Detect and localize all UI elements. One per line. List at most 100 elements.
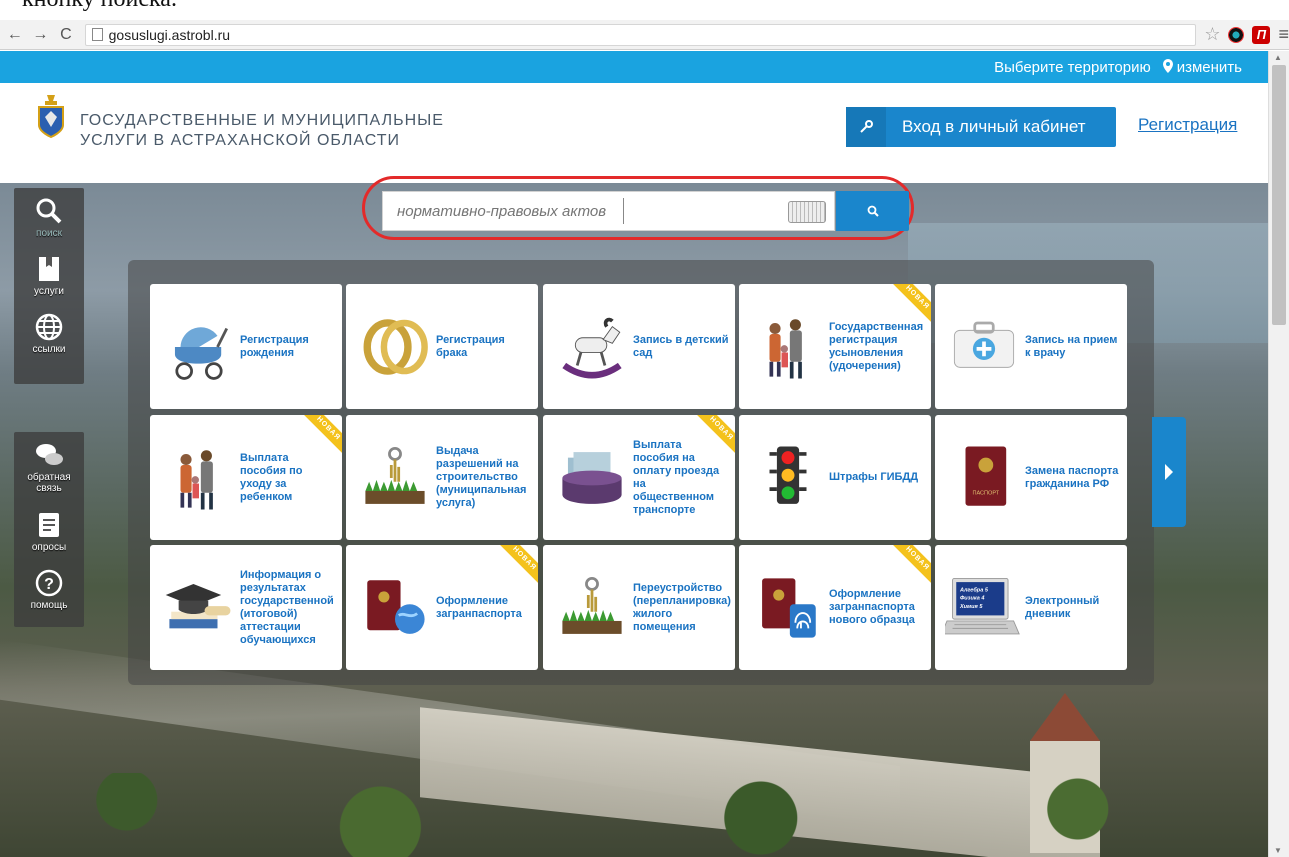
laptop-line-2: Физика 4 bbox=[960, 595, 985, 601]
new-badge: НОВАЯ bbox=[890, 284, 931, 325]
sidebar-item-help[interactable]: ? помощь bbox=[14, 560, 84, 618]
stroller-icon bbox=[158, 306, 240, 388]
search-button[interactable] bbox=[836, 191, 909, 231]
change-territory-link[interactable]: изменить bbox=[1177, 59, 1242, 76]
login-label: Вход в личный кабинет bbox=[902, 117, 1086, 136]
sidebar-label: поиск bbox=[36, 228, 62, 239]
logo-line-1: ГОСУДАРСТВЕННЫЕ И МУНИЦИПАЛЬНЫЕ bbox=[80, 112, 444, 129]
sidebar-item-links[interactable]: ссылки bbox=[14, 304, 84, 362]
key-icon bbox=[846, 107, 886, 147]
service-tile[interactable]: ПАСПОРТ Замена паспорта гражданина РФ bbox=[935, 415, 1127, 540]
graduation-icon bbox=[158, 567, 240, 649]
service-tile[interactable]: Выплата пособия на оплату проезда на общ… bbox=[543, 415, 735, 540]
service-tile[interactable]: Регистрация брака bbox=[346, 284, 538, 409]
service-tile[interactable]: Государственная регистрация усыновления … bbox=[739, 284, 931, 409]
sidebar-item-search[interactable]: поиск bbox=[14, 188, 84, 246]
sidebar-label: опросы bbox=[31, 542, 67, 553]
browser-menu-icon[interactable]: ≡ bbox=[1278, 24, 1289, 45]
passport-globe-icon bbox=[354, 567, 436, 649]
document-fragment-text: кнопку поиска. bbox=[22, 0, 177, 13]
text-caret bbox=[623, 198, 624, 224]
login-button[interactable]: Вход в личный кабинет bbox=[846, 107, 1116, 147]
laptop-line-3: Химия 5 bbox=[959, 604, 983, 610]
document-icon bbox=[39, 513, 59, 537]
rings-icon bbox=[354, 306, 436, 388]
new-badge: НОВАЯ bbox=[890, 545, 931, 586]
service-tile-label: Информация о результатах государственной… bbox=[240, 568, 334, 646]
reload-button[interactable]: C bbox=[55, 24, 77, 46]
address-bar[interactable]: gosuslugi.astrobl.ru bbox=[84, 23, 1197, 46]
chat-icon bbox=[36, 444, 63, 465]
service-tile[interactable]: Штрафы ГИБДД bbox=[739, 415, 931, 540]
scrollbar[interactable]: ▲ ▼ bbox=[1268, 51, 1289, 857]
service-tile[interactable]: Запись в детский сад bbox=[543, 284, 735, 409]
service-tile[interactable]: Информация о результатах государственной… bbox=[150, 545, 342, 670]
extension-p-icon[interactable]: П bbox=[1252, 25, 1271, 44]
url-text: gosuslugi.astrobl.ru bbox=[108, 26, 231, 43]
service-tile-label: Выплата пособия на оплату проезда на общ… bbox=[633, 438, 720, 516]
scroll-down-arrow[interactable]: ▼ bbox=[1274, 846, 1282, 855]
scrollbar-thumb[interactable] bbox=[1272, 65, 1286, 325]
family-icon bbox=[158, 437, 240, 519]
service-tile[interactable]: Выплата пособия по уходу за ребенком НОВА… bbox=[150, 415, 342, 540]
service-tile[interactable]: Оформление загранпаспорта нового образца… bbox=[739, 545, 931, 670]
new-badge: НОВАЯ bbox=[497, 545, 538, 586]
register-link[interactable]: Регистрация bbox=[1138, 115, 1237, 135]
location-pin-icon bbox=[1162, 58, 1173, 76]
laptop-icon: Алгебра 5 Физика 4 Химия 5 bbox=[943, 567, 1025, 649]
service-tile-label: Государственная регистрация усыновления … bbox=[829, 320, 924, 372]
site-header: ГОСУДАРСТВЕННЫЕ И МУНИЦИПАЛЬНЫЕ УСЛУГИ В… bbox=[0, 83, 1268, 183]
passport-fingerprint-icon bbox=[747, 567, 829, 649]
laptop-line-1: Алгебра 5 bbox=[959, 586, 989, 593]
service-tile-label: Регистрация рождения bbox=[240, 333, 309, 359]
territory-label: Выберите территорию bbox=[994, 58, 1151, 76]
virtual-keyboard-icon[interactable] bbox=[788, 201, 826, 223]
sidebar-label: помощь bbox=[30, 600, 68, 611]
sidebar-label: обратная связь bbox=[27, 472, 71, 494]
service-tile-label: Выдача разрешений на строительство (муни… bbox=[436, 445, 527, 509]
service-tile-label: Оформление загранпаспорта нового образца bbox=[829, 588, 915, 626]
service-tile-label: Электронный дневник bbox=[1025, 594, 1100, 620]
back-button[interactable]: ← bbox=[4, 24, 26, 46]
forward-button[interactable]: → bbox=[30, 24, 52, 46]
service-tile[interactable]: Оформление загранпаспорта НОВАЯ bbox=[346, 545, 538, 670]
service-tile[interactable]: Регистрация рождения bbox=[150, 284, 342, 409]
passport-icon: ПАСПОРТ bbox=[943, 437, 1025, 519]
service-tile-label: Переустройство (перепланировка) жилого п… bbox=[633, 581, 731, 633]
sidebar-item-services[interactable]: услуги bbox=[14, 246, 84, 304]
service-tile-label: Запись на прием к врачу bbox=[1025, 333, 1118, 359]
territory-bar: Выберите территорию изменить bbox=[0, 51, 1268, 83]
search-icon bbox=[867, 205, 879, 217]
help-icon: ? bbox=[35, 569, 63, 597]
page-icon bbox=[91, 28, 103, 41]
globe-icon bbox=[35, 313, 63, 341]
bookmark-star-icon[interactable]: ☆ bbox=[1204, 24, 1220, 45]
site-logo-text[interactable]: ГОСУДАРСТВЕННЫЕ И МУНИЦИПАЛЬНЫЕ УСЛУГИ В… bbox=[80, 111, 444, 151]
keys-grass-icon bbox=[551, 567, 633, 649]
passport-text: ПАСПОРТ bbox=[972, 490, 999, 496]
sidebar-item-feedback[interactable]: обратная связь bbox=[14, 432, 84, 502]
browser-toolbar: ← → C gosuslugi.astrobl.ru ☆ П ≡ bbox=[0, 20, 1289, 50]
scroll-up-arrow[interactable]: ▲ bbox=[1274, 53, 1282, 62]
service-tile-label: Выплата пособия по уходу за ребенком bbox=[240, 451, 303, 503]
service-tile-label: Запись в детский сад bbox=[633, 333, 729, 359]
next-page-button[interactable] bbox=[1152, 417, 1186, 527]
extension-icon[interactable] bbox=[1228, 26, 1245, 43]
medkit-icon bbox=[943, 306, 1025, 388]
sidebar-item-polls[interactable]: опросы bbox=[14, 502, 84, 560]
svg-text:?: ? bbox=[44, 576, 54, 593]
service-tile[interactable]: Переустройство (перепланировка) жилого п… bbox=[543, 545, 735, 670]
page-viewport: Выберите территорию изменить ГОСУДАРСТВЕ… bbox=[0, 51, 1268, 857]
service-tile-label: Оформление загранпаспорта bbox=[436, 594, 522, 620]
keys-grass-icon bbox=[354, 437, 436, 519]
service-tile[interactable]: Выдача разрешений на строительство (муни… bbox=[346, 415, 538, 540]
service-tile-label: Регистрация брака bbox=[436, 333, 505, 359]
service-tile[interactable]: Запись на прием к врачу bbox=[935, 284, 1127, 409]
service-tile[interactable]: Алгебра 5 Физика 4 Химия 5 Электронный днев… bbox=[935, 545, 1127, 670]
wallet-icon bbox=[551, 437, 633, 519]
service-tile-label: Штрафы ГИБДД bbox=[829, 471, 919, 483]
rocking-horse-icon bbox=[551, 306, 633, 388]
search-input[interactable] bbox=[383, 192, 623, 230]
logo-line-2: УСЛУГИ В АСТРАХАНСКОЙ ОБЛАСТИ bbox=[80, 132, 401, 149]
bookmark-icon bbox=[39, 257, 59, 281]
